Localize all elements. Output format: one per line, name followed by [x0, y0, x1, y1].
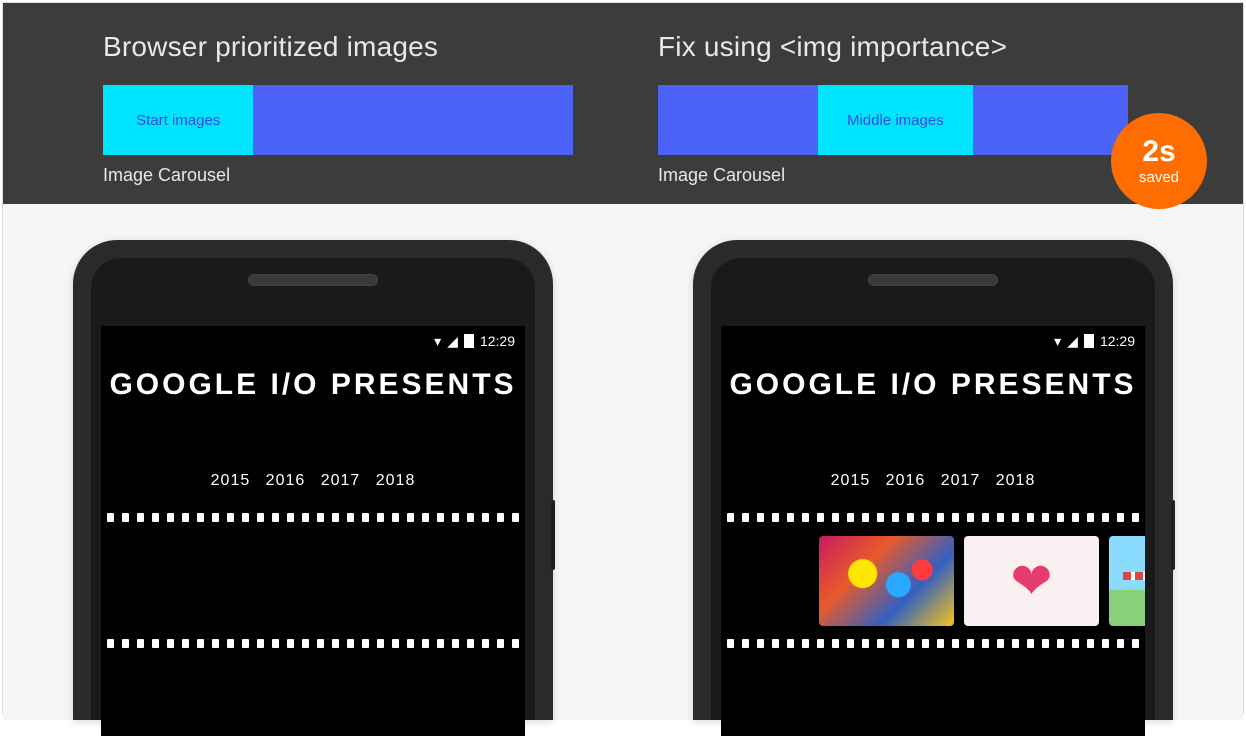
battery-icon: [1084, 334, 1094, 348]
left-sub: Image Carousel: [103, 165, 608, 186]
intro-years: 2015 2016 2017 2018: [721, 472, 1145, 490]
carousel-thumb-heart: [964, 536, 1099, 626]
film-body-empty: [101, 525, 525, 637]
left-title: Browser prioritized images: [103, 31, 608, 63]
battery-icon: [464, 334, 474, 348]
bar-right-segment: [973, 85, 1128, 155]
sprockets-bottom: [721, 637, 1145, 651]
filmstrip-loaded: [721, 508, 1145, 648]
signal-icon: ◢: [447, 333, 458, 350]
left-column: Browser prioritized images Start images …: [3, 31, 608, 186]
highlight-segment: Middle images: [818, 85, 973, 155]
phone-mockup-right: ▾ ◢ 12:29 GOOGLE I/O PRESENTS 2015 2016 …: [693, 240, 1173, 720]
right-title: Fix using <img importance>: [658, 31, 1163, 63]
sprockets-top: [721, 511, 1145, 525]
intro-title: GOOGLE I/O PRESENTS: [721, 368, 1145, 402]
speaker-grill: [868, 274, 998, 286]
status-time: 12:29: [1100, 333, 1135, 349]
film-body: [721, 525, 1145, 637]
phone-screen: ▾ ◢ 12:29 GOOGLE I/O PRESENTS 2015 2016 …: [101, 326, 525, 736]
wifi-icon: ▾: [1054, 333, 1061, 350]
signal-icon: ◢: [1067, 333, 1078, 350]
carousel-thumb-graffiti: [819, 536, 954, 626]
right-sub: Image Carousel: [658, 165, 1163, 186]
wifi-icon: ▾: [434, 333, 441, 350]
power-button-icon: [1171, 500, 1175, 570]
intro-years: 2015 2016 2017 2018: [101, 472, 525, 490]
status-time: 12:29: [480, 333, 515, 349]
carousel-thumb-game: [1109, 536, 1145, 626]
comparison-header: Browser prioritized images Start images …: [3, 3, 1243, 204]
filmstrip-empty: [101, 508, 525, 648]
badge-label: saved: [1139, 169, 1179, 186]
highlight-segment: Start images: [103, 85, 253, 155]
phone-mockup-left: ▾ ◢ 12:29 GOOGLE I/O PRESENTS 2015 2016 …: [73, 240, 553, 720]
power-button-icon: [551, 500, 555, 570]
carousel-bar-left: Start images: [103, 85, 573, 155]
phone-screen: ▾ ◢ 12:29 GOOGLE I/O PRESENTS 2015 2016 …: [721, 326, 1145, 736]
intro-panel: GOOGLE I/O PRESENTS 2015 2016 2017 2018: [101, 356, 525, 494]
intro-panel: GOOGLE I/O PRESENTS 2015 2016 2017 2018: [721, 356, 1145, 494]
intro-title: GOOGLE I/O PRESENTS: [101, 368, 525, 402]
status-bar: ▾ ◢ 12:29: [721, 326, 1145, 356]
bar-left-segment: [658, 85, 818, 155]
sprockets-top: [101, 511, 525, 525]
sprockets-bottom: [101, 637, 525, 651]
carousel-bar-right: Middle images: [658, 85, 1128, 155]
phones-row: ▾ ◢ 12:29 GOOGLE I/O PRESENTS 2015 2016 …: [3, 204, 1243, 720]
bar-rest-segment: [253, 85, 573, 155]
saved-badge: 2s saved: [1111, 113, 1207, 209]
speaker-grill: [248, 274, 378, 286]
status-bar: ▾ ◢ 12:29: [101, 326, 525, 356]
badge-value: 2s: [1142, 137, 1175, 167]
